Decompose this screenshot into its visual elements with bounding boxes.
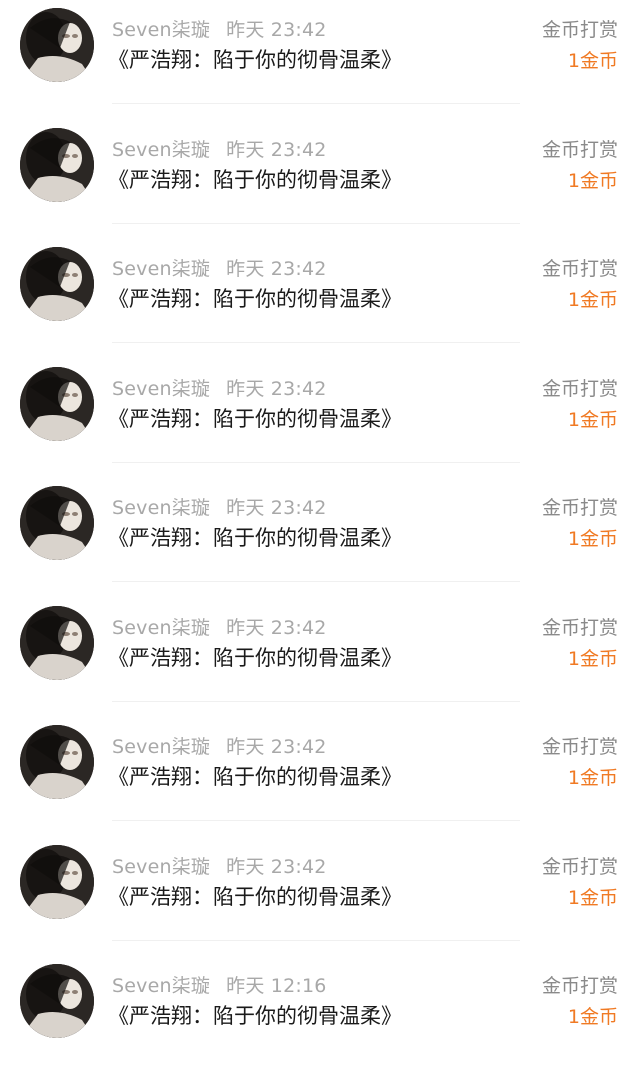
divider	[112, 700, 520, 702]
timestamp: 昨天 23:42	[226, 497, 327, 519]
divider	[112, 820, 520, 821]
reward-type: 金币打赏	[541, 258, 618, 280]
work-title[interactable]: 《严浩翔：陷于你的彻骨温柔》	[108, 642, 402, 672]
work-title[interactable]: 《严浩翔：陷于你的彻骨温柔》	[108, 881, 402, 911]
list-item[interactable]: Seven柒璇 昨天 12:16 《严浩翔：陷于你的彻骨温柔》 金币打赏 1金币	[0, 956, 640, 1076]
user-avatar[interactable]	[20, 366, 94, 441]
user-avatar[interactable]	[20, 844, 94, 919]
timestamp: 昨天 23:42	[226, 616, 327, 639]
reward-amount: 1金币	[567, 1006, 618, 1028]
divider	[112, 939, 520, 941]
reward-record-list: Seven柒璇 昨天 23:42 《严浩翔：陷于你的彻骨温柔》 金币打赏 1金币 …	[0, 0, 640, 1044]
username[interactable]: Seven柒璇	[112, 856, 210, 878]
divider	[112, 461, 520, 463]
username[interactable]: Seven柒璇	[112, 975, 210, 997]
user-avatar[interactable]	[20, 247, 94, 321]
username[interactable]: Seven柒璇	[112, 139, 210, 161]
reward-type: 金币打赏	[541, 138, 618, 161]
record-meta: Seven柒璇 昨天 23:42	[112, 852, 327, 879]
divider	[112, 222, 520, 224]
username[interactable]: Seven柒璇	[112, 497, 210, 519]
timestamp: 昨天 23:42	[226, 855, 327, 878]
list-item[interactable]: Seven柒璇 昨天 23:42 《严浩翔：陷于你的彻骨温柔》 金币打赏 1金币	[0, 0, 640, 120]
timestamp: 昨天 23:42	[226, 736, 327, 758]
reward-amount: 1金币	[567, 408, 618, 431]
username[interactable]: Seven柒璇	[112, 617, 210, 639]
list-item[interactable]: Seven柒璇 昨天 23:42 《严浩翔：陷于你的彻骨温柔》 金币打赏 1金币	[0, 478, 640, 598]
record-meta: Seven柒璇 昨天 23:42	[112, 613, 327, 640]
user-avatar[interactable]	[20, 127, 94, 202]
reward-amount: 1金币	[567, 169, 618, 192]
reward-type: 金币打赏	[541, 736, 618, 758]
reward-type: 金币打赏	[541, 377, 618, 400]
record-meta: Seven柒璇 昨天 23:42	[112, 374, 327, 401]
user-avatar[interactable]	[20, 964, 94, 1038]
timestamp: 昨天 23:42	[226, 138, 327, 161]
divider	[112, 103, 520, 104]
work-title[interactable]: 《严浩翔：陷于你的彻骨温柔》	[108, 761, 402, 791]
reward-type: 金币打赏	[541, 975, 618, 997]
timestamp: 昨天 12:16	[226, 975, 327, 997]
reward-amount: 1金币	[567, 289, 618, 311]
work-title[interactable]: 《严浩翔：陷于你的彻骨温柔》	[108, 283, 402, 313]
username[interactable]: Seven柒璇	[112, 19, 210, 41]
username[interactable]: Seven柒璇	[112, 258, 210, 280]
reward-type: 金币打赏	[541, 497, 618, 519]
work-title[interactable]: 《严浩翔：陷于你的彻骨温柔》	[108, 522, 402, 552]
username[interactable]: Seven柒璇	[112, 378, 210, 400]
list-item[interactable]: Seven柒璇 昨天 23:42 《严浩翔：陷于你的彻骨温柔》 金币打赏 1金币	[0, 837, 640, 957]
work-title[interactable]: 《严浩翔：陷于你的彻骨温柔》	[108, 1000, 402, 1030]
reward-amount: 1金币	[567, 528, 618, 550]
record-meta: Seven柒璇 昨天 23:42	[112, 15, 327, 42]
record-meta: Seven柒璇 昨天 23:42	[112, 135, 327, 162]
reward-amount: 1金币	[567, 767, 618, 789]
divider	[112, 342, 520, 343]
list-item[interactable]: Seven柒璇 昨天 23:42 《严浩翔：陷于你的彻骨温柔》 金币打赏 1金币	[0, 598, 640, 718]
reward-type: 金币打赏	[541, 19, 618, 41]
record-meta: Seven柒璇 昨天 23:42	[112, 493, 327, 520]
timestamp: 昨天 23:42	[226, 19, 327, 41]
reward-amount: 1金币	[567, 886, 618, 909]
user-avatar[interactable]	[20, 725, 94, 799]
record-meta: Seven柒璇 昨天 12:16	[112, 971, 327, 998]
record-meta: Seven柒璇 昨天 23:42	[112, 732, 327, 759]
user-avatar[interactable]	[20, 486, 94, 560]
list-item[interactable]: Seven柒璇 昨天 23:42 《严浩翔：陷于你的彻骨温柔》 金币打赏 1金币	[0, 120, 640, 240]
username[interactable]: Seven柒璇	[112, 736, 210, 758]
list-item[interactable]: Seven柒璇 昨天 23:42 《严浩翔：陷于你的彻骨温柔》 金币打赏 1金币	[0, 239, 640, 359]
list-item[interactable]: Seven柒璇 昨天 23:42 《严浩翔：陷于你的彻骨温柔》 金币打赏 1金币	[0, 717, 640, 837]
timestamp: 昨天 23:42	[226, 258, 327, 280]
reward-amount: 1金币	[567, 50, 618, 72]
reward-type: 金币打赏	[541, 855, 618, 878]
list-item[interactable]: Seven柒璇 昨天 23:42 《严浩翔：陷于你的彻骨温柔》 金币打赏 1金币	[0, 359, 640, 479]
reward-type: 金币打赏	[541, 616, 618, 639]
work-title[interactable]: 《严浩翔：陷于你的彻骨温柔》	[108, 44, 402, 74]
user-avatar[interactable]	[20, 605, 94, 680]
work-title[interactable]: 《严浩翔：陷于你的彻骨温柔》	[108, 164, 402, 194]
record-meta: Seven柒璇 昨天 23:42	[112, 254, 327, 281]
user-avatar[interactable]	[20, 8, 94, 82]
divider	[112, 581, 520, 582]
reward-amount: 1金币	[567, 647, 618, 670]
timestamp: 昨天 23:42	[226, 377, 327, 400]
work-title[interactable]: 《严浩翔：陷于你的彻骨温柔》	[108, 403, 402, 433]
